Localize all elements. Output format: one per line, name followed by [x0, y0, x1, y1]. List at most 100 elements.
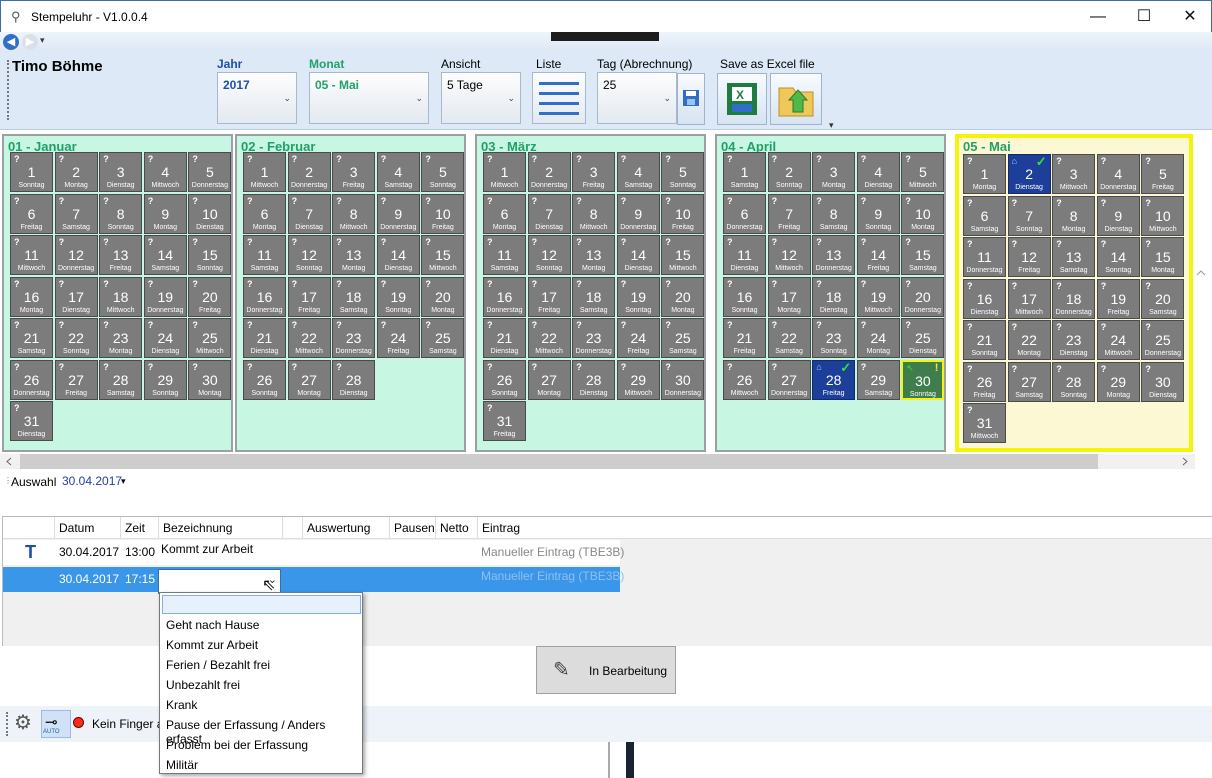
- calendar-day[interactable]: ? 7 Dienstag: [527, 193, 571, 234]
- ansicht-select[interactable]: 5 Tage ⌄: [441, 72, 521, 124]
- option-militaer[interactable]: Militär: [166, 758, 198, 772]
- calendar-day[interactable]: ? 21 Dienstag: [483, 318, 526, 358]
- calendar-day[interactable]: ? 15 Mittwoch: [661, 235, 705, 275]
- calendar-day[interactable]: ? 11 Samstag: [243, 235, 286, 275]
- calendar-day[interactable]: ? 19 Mittwoch: [856, 276, 900, 317]
- calendar-day[interactable]: ? 11 Dienstag: [723, 235, 766, 275]
- option-unbezahlt-frei[interactable]: Unbezahlt frei: [166, 678, 240, 692]
- calendar-day[interactable]: ? 22 Montag: [1007, 320, 1051, 360]
- calendar-day[interactable]: ? 8 Montag: [1052, 195, 1096, 236]
- calendar-day[interactable]: ? 20 Freitag: [188, 276, 232, 317]
- calendar-day[interactable]: ? 25 Samstag: [421, 318, 465, 358]
- calendar-day[interactable]: ? 18 Samstag: [332, 276, 376, 317]
- calendar-day[interactable]: ? 17 Dienstag: [54, 276, 98, 317]
- calendar-day[interactable]: ? 5 Donnerstag: [188, 152, 232, 192]
- calendar-day[interactable]: ? 11 Mittwoch: [10, 235, 53, 275]
- calendar-day[interactable]: ? 9 Sonntag: [856, 193, 900, 234]
- calendar-day[interactable]: ? 8 Sonntag: [99, 193, 143, 234]
- calendar-day[interactable]: ? 8 Mittwoch: [332, 193, 376, 234]
- calendar-day[interactable]: ? 10 Montag: [901, 193, 945, 234]
- calendar-day[interactable]: ⌂ ✓ 28 Freitag: [812, 359, 856, 400]
- option-krank[interactable]: Krank: [166, 698, 197, 712]
- calendar-day[interactable]: ? 5 Sonntag: [421, 152, 465, 192]
- header-zeit[interactable]: Zeit: [121, 517, 159, 539]
- calendar-day[interactable]: ? 19 Donnerstag: [143, 276, 187, 317]
- calendar-day[interactable]: ? 21 Freitag: [723, 318, 766, 358]
- calendar-day[interactable]: ? 1 Mittwoch: [483, 152, 526, 192]
- calendar-day[interactable]: ? 6 Donnerstag: [723, 193, 766, 234]
- calendar-day[interactable]: ? 6 Samstag: [963, 195, 1006, 236]
- calendar-day[interactable]: ? 14 Sonntag: [1096, 237, 1140, 277]
- back-icon[interactable]: ◀: [3, 34, 19, 50]
- table-row[interactable]: T 30.04.2017 13:00 Kommt zur Arbeit Manu…: [3, 540, 624, 565]
- calendar-day[interactable]: ? 15 Mittwoch: [421, 235, 465, 275]
- calendar-day[interactable]: ? 27 Freitag: [54, 359, 98, 400]
- calendar-day[interactable]: ? 26 Freitag: [963, 361, 1006, 402]
- calendar-day[interactable]: ? 1 Samstag: [723, 152, 766, 192]
- calendar-day[interactable]: ? 4 Mittwoch: [143, 152, 187, 192]
- calendar-day[interactable]: ? 13 Samstag: [1052, 237, 1096, 277]
- chevron-down-icon[interactable]: ▾: [121, 476, 126, 487]
- calendar-day[interactable]: ? 24 Freitag: [376, 318, 420, 358]
- minimize-button[interactable]: —: [1075, 1, 1121, 32]
- jahr-select[interactable]: 2017 ⌄: [217, 72, 297, 124]
- header-bezeichnung[interactable]: Bezeichnung: [159, 517, 283, 539]
- header-datum[interactable]: Datum: [55, 517, 121, 539]
- calendar-day[interactable]: ? 15 Sonntag: [188, 235, 232, 275]
- calendar-day[interactable]: ? 14 Dienstag: [376, 235, 420, 275]
- calendar-day[interactable]: ? 30 Montag: [188, 359, 232, 400]
- calendar-day[interactable]: ? 19 Sonntag: [376, 276, 420, 317]
- calendar-day[interactable]: ? 15 Montag: [1141, 237, 1185, 277]
- calendar-day[interactable]: ? 26 Donnerstag: [10, 359, 53, 400]
- plug-auto-button[interactable]: ⊸ AUTO: [41, 710, 71, 738]
- calendar-day[interactable]: ? 3 Freitag: [572, 152, 616, 192]
- calendar-day[interactable]: ? 22 Mittwoch: [527, 318, 571, 358]
- calendar-day[interactable]: ? 15 Samstag: [901, 235, 945, 275]
- calendar-day[interactable]: ? 24 Freitag: [616, 318, 660, 358]
- calendar-day[interactable]: ? 23 Montag: [99, 318, 143, 358]
- calendar-day[interactable]: ? 27 Montag: [527, 359, 571, 400]
- calendar-day[interactable]: ? 28 Dienstag: [572, 359, 616, 400]
- calendar-day[interactable]: ? 23 Donnerstag: [332, 318, 376, 358]
- calendar-day[interactable]: ? 2 Montag: [54, 152, 98, 192]
- calendar-day[interactable]: ? 10 Freitag: [661, 193, 705, 234]
- calendar-day[interactable]: ? 8 Mittwoch: [572, 193, 616, 234]
- monat-select[interactable]: 05 - Mai ⌄: [309, 72, 429, 124]
- calendar-day[interactable]: ? 30 Donnerstag: [661, 359, 705, 400]
- calendar-day[interactable]: ? 9 Dienstag: [1096, 195, 1140, 236]
- calendar-day[interactable]: ? 13 Montag: [332, 235, 376, 275]
- calendar-day[interactable]: ? 21 Samstag: [10, 318, 53, 358]
- calendar-day[interactable]: ? 12 Sonntag: [527, 235, 571, 275]
- calendar-day[interactable]: ? 3 Mittwoch: [1052, 154, 1096, 194]
- calendar-day[interactable]: ? 29 Samstag: [856, 359, 900, 400]
- calendar-day[interactable]: ? 20 Montag: [421, 276, 465, 317]
- calendar-day[interactable]: ? 20 Montag: [661, 276, 705, 317]
- option-geht-nach-hause[interactable]: Geht nach Hause: [166, 618, 259, 632]
- calendar-day[interactable]: ? 2 Donnerstag: [287, 152, 331, 192]
- calendar-day[interactable]: ? 3 Montag: [812, 152, 856, 192]
- ribbon-collapse-icon[interactable]: ▾: [829, 120, 834, 131]
- chevron-down-icon[interactable]: ▾: [40, 35, 45, 46]
- calendar-day[interactable]: ? 7 Freitag: [767, 193, 811, 234]
- liste-button[interactable]: [532, 72, 586, 124]
- calendar-day[interactable]: ? 9 Donnerstag: [616, 193, 660, 234]
- calendar-day[interactable]: ? 24 Mittwoch: [1096, 320, 1140, 360]
- calendar-day[interactable]: ? 13 Donnerstag: [812, 235, 856, 275]
- calendar-day[interactable]: ? 1 Mittwoch: [243, 152, 286, 192]
- calendar-day[interactable]: ? 31 Freitag: [483, 401, 526, 441]
- drag-handle[interactable]: [551, 32, 659, 41]
- calendar-day[interactable]: ? 31 Mittwoch: [963, 403, 1006, 443]
- calendar-day[interactable]: ? 24 Montag: [856, 318, 900, 358]
- calendar-day[interactable]: ? 10 Dienstag: [188, 193, 232, 234]
- calendar-day[interactable]: ? 25 Dienstag: [901, 318, 945, 358]
- calendar-day[interactable]: ? 5 Sonntag: [661, 152, 705, 192]
- calendar-day[interactable]: ? 29 Sonntag: [143, 359, 187, 400]
- calendar-day[interactable]: ? 12 Sonntag: [287, 235, 331, 275]
- calendar-day[interactable]: ? 18 Dienstag: [812, 276, 856, 317]
- calendar-day[interactable]: ? 4 Samstag: [616, 152, 660, 192]
- calendar-day[interactable]: ? 13 Montag: [572, 235, 616, 275]
- calendar-day[interactable]: ? 27 Donnerstag: [767, 359, 811, 400]
- calendar-day[interactable]: ? 19 Freitag: [1096, 278, 1140, 319]
- calendar-day[interactable]: ⌂ ✓ 2 Dienstag: [1007, 154, 1051, 194]
- calendar-day[interactable]: ? 26 Mittwoch: [723, 359, 766, 400]
